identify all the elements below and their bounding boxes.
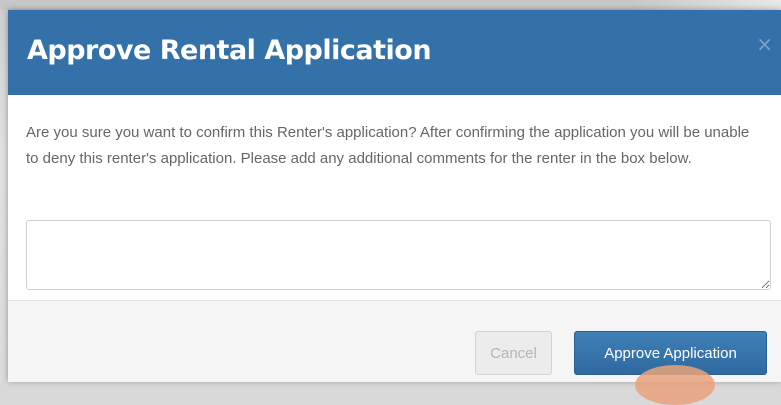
- confirmation-message: Are you sure you want to confirm this Re…: [26, 124, 750, 167]
- cancel-button[interactable]: Cancel: [475, 331, 552, 375]
- close-icon[interactable]: ×: [756, 32, 773, 56]
- comments-textarea[interactable]: [26, 220, 771, 290]
- approve-application-modal: Approve Rental Application × Are you sur…: [8, 10, 781, 382]
- pointer-highlight: [635, 365, 715, 405]
- modal-header: Approve Rental Application ×: [8, 10, 781, 95]
- modal-body: Are you sure you want to confirm this Re…: [8, 95, 781, 300]
- modal-title: Approve Rental Application: [27, 35, 432, 66]
